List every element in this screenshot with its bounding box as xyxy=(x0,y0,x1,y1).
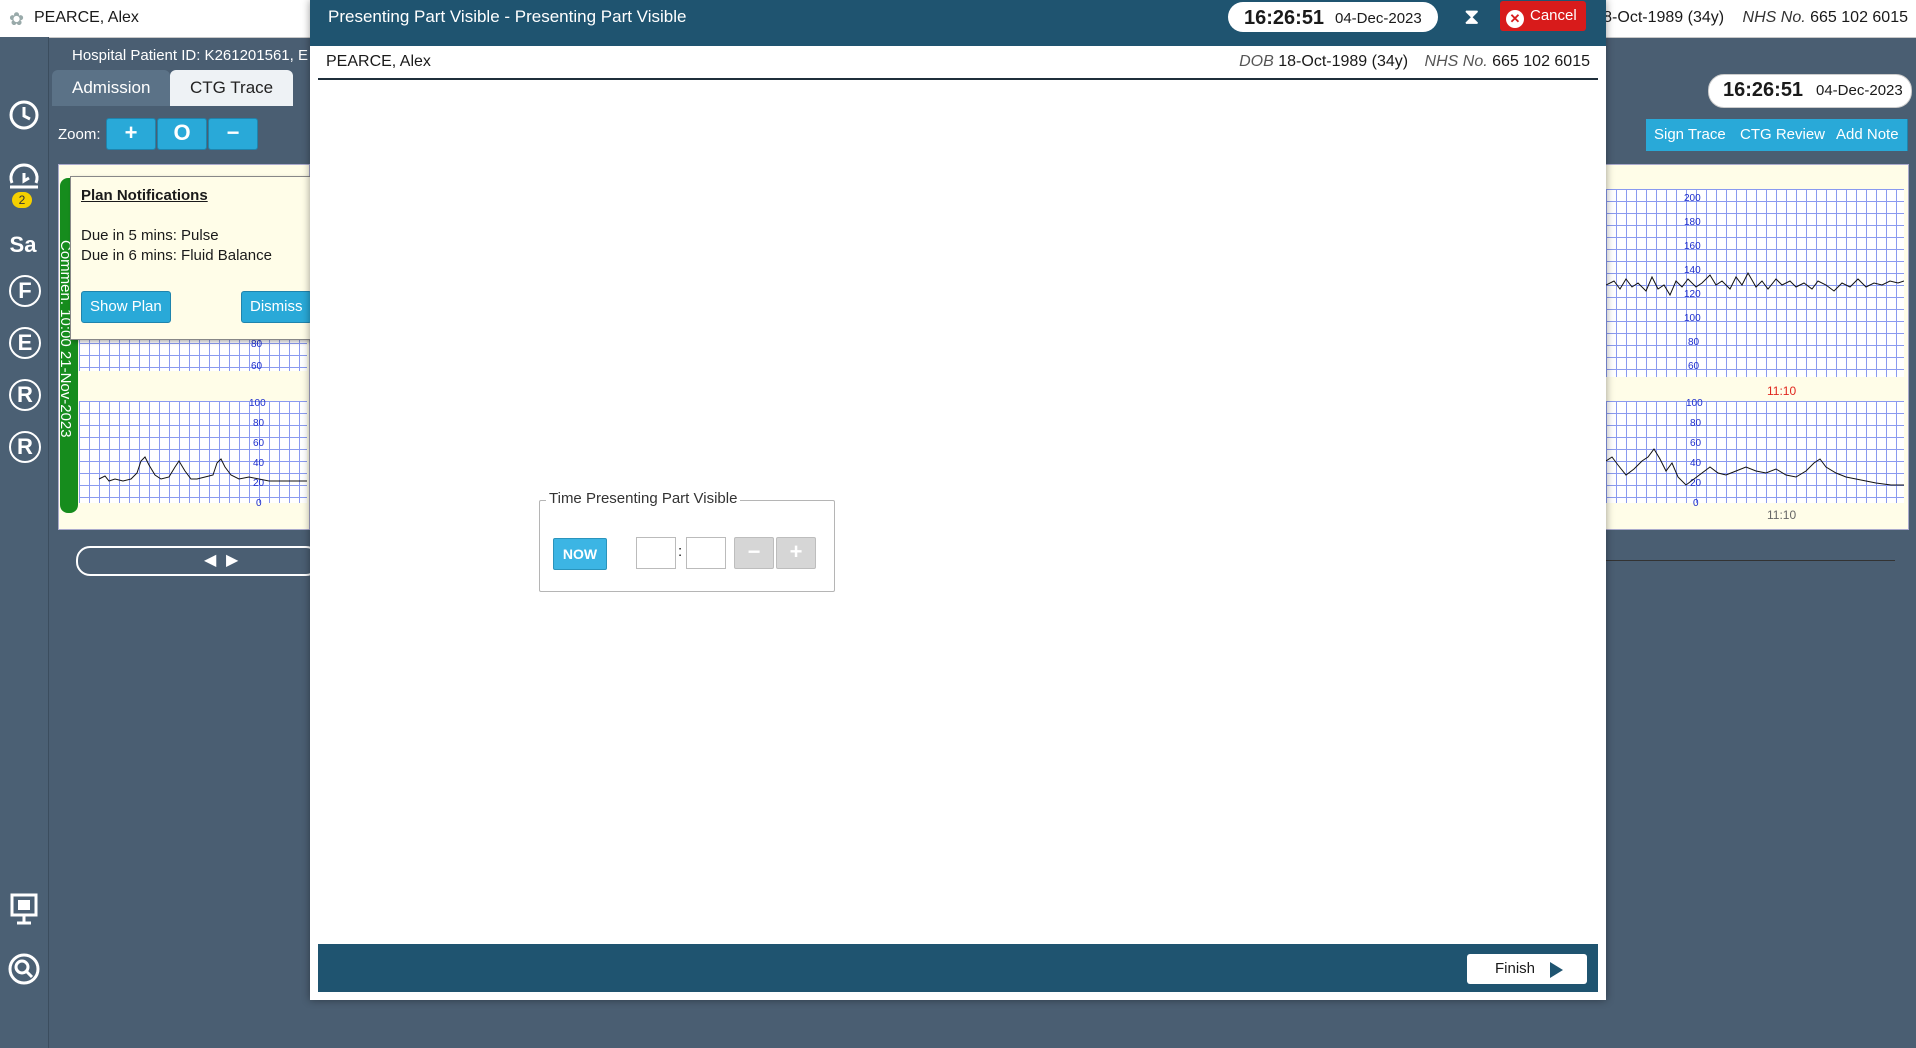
fhr-line-right xyxy=(1606,271,1904,297)
patient-dob-nhs: 18-Oct-1989 (34y) NHS No. 665 102 6015 xyxy=(1594,9,1908,27)
zoom-reset-button[interactable]: O xyxy=(157,118,207,150)
cancel-label: Cancel xyxy=(1530,7,1577,24)
trace-time-marker-grey: 11:10 xyxy=(1767,508,1797,522)
time-separator: : xyxy=(678,543,683,560)
nhs-value: 665 102 6015 xyxy=(1810,9,1908,26)
hospital-patient-id: Hospital Patient ID: K261201561, E xyxy=(72,47,308,64)
toco-line-left xyxy=(98,456,307,482)
dismiss-button[interactable]: Dismiss xyxy=(241,291,312,323)
time-presenting-part-visible-group: Time Presenting Part Visible NOW : − + xyxy=(539,490,835,592)
now-button[interactable]: NOW xyxy=(553,538,607,570)
notification-line: Due in 5 mins: Pulse xyxy=(81,227,219,244)
ctg-review-button[interactable]: CTG Review xyxy=(1732,119,1835,151)
patient-name: PEARCE, Alex xyxy=(34,9,139,26)
divider xyxy=(1605,560,1895,561)
history-clock-icon[interactable] xyxy=(4,161,44,201)
trace-scroll-control[interactable]: ◀ ▶ xyxy=(76,546,320,576)
filter-icon[interactable]: ⧗ xyxy=(1464,4,1479,30)
dialog-clock: 16:26:51 04-Dec-2023 xyxy=(1228,2,1438,32)
close-icon: ✕ xyxy=(1506,10,1524,28)
tab-admission[interactable]: Admission xyxy=(52,70,171,106)
main-clock: 16:26:51 04-Dec-2023 xyxy=(1708,74,1912,108)
dob-label: DOB xyxy=(1239,53,1274,70)
left-rail: 2 Sa F E R R xyxy=(0,37,49,1048)
rail-letter-f[interactable]: F xyxy=(9,275,41,307)
nhs-label: NHS No. xyxy=(1742,9,1806,26)
alarm-clock-icon[interactable] xyxy=(4,97,44,137)
sign-trace-button[interactable]: Sign Trace xyxy=(1646,119,1735,151)
tab-ctg-trace[interactable]: CTG Trace xyxy=(170,70,294,106)
plan-notification-popup: Plan Notifications Due in 5 mins: Pulse … xyxy=(70,176,312,340)
hour-input[interactable] xyxy=(636,537,676,569)
dob-value: 18-Oct-1989 (34y) xyxy=(1594,9,1725,26)
notification-title: Plan Notifications xyxy=(81,187,208,204)
zoom-label: Zoom: xyxy=(58,126,101,143)
finish-button[interactable]: Finish xyxy=(1467,954,1587,984)
clock-time: 16:26:51 xyxy=(1244,7,1325,29)
fhr-tick-80: 80 xyxy=(251,339,263,350)
patient-details: DOB 18-Oct-1989 (34y) NHS No. 665 102 60… xyxy=(1227,53,1590,71)
add-note-button[interactable]: Add Note xyxy=(1828,119,1908,151)
show-plan-button[interactable]: Show Plan xyxy=(81,291,171,323)
trace-time-marker: 11:10 xyxy=(1767,384,1797,398)
dialog-footer: Finish xyxy=(318,944,1598,992)
cancel-button[interactable]: ✕ Cancel xyxy=(1500,1,1586,31)
dialog-title: Presenting Part Visible - Presenting Par… xyxy=(328,7,687,26)
clock-time: 16:26:51 xyxy=(1723,79,1804,101)
dialog-patient-banner: PEARCE, Alex DOB 18-Oct-1989 (34y) NHS N… xyxy=(318,46,1598,80)
flower-icon: ✿ xyxy=(9,9,25,29)
toco-line-right xyxy=(1606,448,1904,486)
presenting-part-visible-dialog: Presenting Part Visible - Presenting Par… xyxy=(310,0,1606,1000)
clock-date: 04-Dec-2023 xyxy=(1816,82,1903,99)
dob-value: 18-Oct-1989 (34y) xyxy=(1278,53,1409,70)
rail-letter-sa[interactable]: Sa xyxy=(6,231,40,259)
finish-label: Finish xyxy=(1495,960,1536,977)
zoom-in-button[interactable]: + xyxy=(106,118,156,150)
fhr-tick-60: 60 xyxy=(251,361,263,372)
notification-line: Due in 6 mins: Fluid Balance xyxy=(81,247,272,264)
group-legend: Time Presenting Part Visible xyxy=(546,490,741,507)
scroll-right-icon[interactable]: ▶ xyxy=(226,550,238,570)
dialog-header: Presenting Part Visible - Presenting Par… xyxy=(310,0,1606,46)
rail-letter-r-2[interactable]: R xyxy=(9,431,41,463)
nhs-label: NHS No. xyxy=(1424,53,1488,70)
ctg-trace-right: 200 180 160 140 120 100 80 60 100 80 60 … xyxy=(1605,164,1909,530)
increment-button[interactable]: + xyxy=(776,537,816,569)
clock-date: 04-Dec-2023 xyxy=(1335,10,1422,27)
zoom-out-button[interactable]: − xyxy=(208,118,258,150)
play-arrow-icon xyxy=(1550,962,1563,978)
presentation-icon[interactable] xyxy=(4,892,44,932)
search-icon[interactable] xyxy=(4,952,44,992)
minute-input[interactable] xyxy=(686,537,726,569)
rail-letter-r[interactable]: R xyxy=(9,379,41,411)
scroll-left-icon[interactable]: ◀ xyxy=(204,550,216,570)
rail-letter-e[interactable]: E xyxy=(9,327,41,359)
patient-name: PEARCE, Alex xyxy=(326,53,431,70)
decrement-button[interactable]: − xyxy=(734,537,774,569)
nhs-value: 665 102 6015 xyxy=(1492,53,1590,70)
